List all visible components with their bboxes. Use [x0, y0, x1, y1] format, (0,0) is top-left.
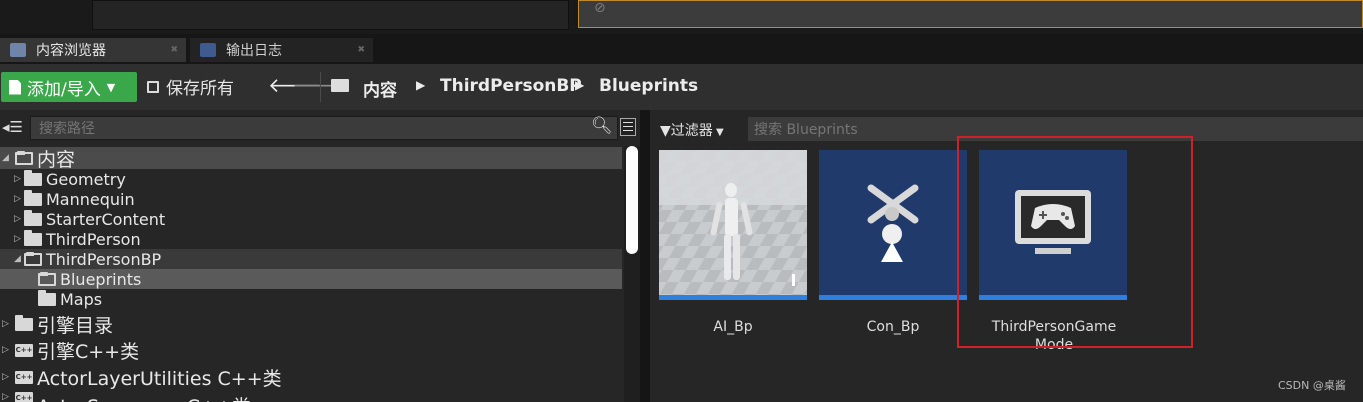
asset-type-bar — [819, 295, 967, 300]
save-icon — [147, 80, 159, 93]
scrollbar-thumb[interactable] — [626, 146, 638, 254]
folder-open-icon — [15, 150, 33, 165]
folder-icon — [38, 289, 56, 306]
tree-item-blueprints[interactable]: Blueprints — [0, 269, 622, 289]
breadcrumb-chevron-icon[interactable]: ▶ — [575, 78, 584, 92]
asset-ai-bp[interactable] — [659, 150, 807, 300]
collapsed-arrow-icon[interactable]: ▷ — [14, 194, 24, 204]
folder-icon — [24, 229, 42, 246]
mannequin-thumbnail — [659, 150, 807, 300]
folder-icon — [24, 169, 42, 186]
new-file-icon — [9, 79, 21, 95]
collapsed-arrow-icon[interactable]: ▷ — [14, 234, 24, 244]
folder-icon — [24, 209, 42, 226]
collapsed-arrow-icon[interactable]: ▷ — [2, 345, 12, 355]
tab-content-browser[interactable]: 内容浏览器 ✖ — [0, 38, 186, 62]
tree-item-actorsequence[interactable]: ▷ C++ ActorSequence C++类 — [0, 392, 251, 402]
filter-icon: ▼ — [660, 123, 671, 139]
tree-item-engine-cpp[interactable]: ▷ C++ 引擎C++类 — [0, 339, 139, 363]
asset-label: Con_Bp — [866, 319, 920, 335]
tree-item-geometry[interactable]: ▷ Geometry — [0, 169, 126, 189]
collapsed-arrow-icon[interactable]: ▷ — [14, 214, 24, 224]
save-all-button[interactable]: 保存所有 — [147, 74, 234, 99]
asset-type-bar — [659, 295, 807, 300]
tab-label: 内容浏览器 — [36, 43, 106, 59]
asset-con-bp[interactable] — [819, 150, 967, 300]
collapsed-arrow-icon[interactable]: ▷ — [2, 319, 12, 329]
tree-item-startercontent[interactable]: ▷ StarterContent — [0, 209, 165, 229]
highlight-annotation — [957, 136, 1193, 348]
view-options-icon[interactable] — [620, 118, 636, 136]
output-log-icon — [200, 43, 216, 57]
tree-item-content[interactable]: ◢ 内容 — [0, 147, 622, 171]
close-icon[interactable]: ✖ — [357, 45, 365, 55]
tree-item-mannequin[interactable]: ▷ Mannequin — [0, 189, 135, 209]
gear-icon[interactable]: ⊘ — [594, 0, 606, 16]
expanded-arrow-icon[interactable]: ◢ — [14, 254, 24, 264]
folder-icon — [331, 79, 349, 92]
breadcrumb-content[interactable]: 内容 — [363, 76, 397, 101]
tab-output-log[interactable]: 输出日志 ✖ — [190, 38, 373, 62]
folder-open-icon — [38, 271, 56, 286]
path-search-input[interactable] — [30, 116, 618, 140]
panel-splitter[interactable] — [640, 110, 650, 402]
watermark: CSDN @桌酱 — [1278, 379, 1346, 392]
cpp-folder-icon: C++ — [15, 343, 33, 357]
add-import-button[interactable]: 添加/导入 ▼ — [1, 72, 137, 102]
folder-icon — [15, 314, 33, 331]
controller-thumbnail — [819, 150, 967, 300]
top-left-panel — [92, 0, 569, 30]
breadcrumb-blueprints[interactable]: Blueprints — [599, 76, 698, 96]
collapsed-arrow-icon[interactable]: ▷ — [2, 372, 12, 382]
folder-open-icon — [24, 251, 42, 266]
breadcrumb-thirdpersonbp[interactable]: ThirdPersonBP — [440, 76, 582, 96]
collapsed-arrow-icon[interactable]: ▷ — [2, 392, 12, 402]
breadcrumb-chevron-icon[interactable]: ▶ — [416, 78, 425, 92]
close-icon[interactable]: ✖ — [170, 45, 178, 55]
chevron-down-icon: ▼ — [712, 127, 724, 138]
top-right-panel — [578, 0, 1363, 28]
tree-item-maps[interactable]: Maps — [0, 289, 102, 309]
cpp-folder-icon: C++ — [15, 392, 33, 402]
tab-label: 输出日志 — [226, 43, 282, 59]
tree-item-engine-content[interactable]: ▷ 引擎目录 — [0, 313, 113, 337]
tree-item-thirdpersonbp[interactable]: ◢ ThirdPersonBP — [0, 249, 622, 269]
tree-item-actorlayerutilities[interactable]: ▷ C++ ActorLayerUtilities C++类 — [0, 366, 282, 390]
filter-button[interactable]: ▼过滤器 ▼ — [660, 120, 724, 140]
toolbar-divider — [320, 72, 321, 102]
folder-icon — [24, 189, 42, 206]
expanded-arrow-icon[interactable]: ◢ — [2, 153, 12, 163]
search-icon[interactable]: 🔍︎ — [591, 116, 613, 136]
chevron-down-icon: ▼ — [106, 80, 116, 94]
sources-toggle-icon[interactable]: ◂☰ — [2, 118, 26, 138]
asset-label: AI_Bp — [713, 319, 753, 335]
cpp-folder-icon: C++ — [15, 370, 33, 384]
collapsed-arrow-icon[interactable]: ▷ — [14, 174, 24, 184]
tree-item-thirdperson[interactable]: ▷ ThirdPerson — [0, 229, 141, 249]
content-browser-icon — [10, 43, 26, 57]
